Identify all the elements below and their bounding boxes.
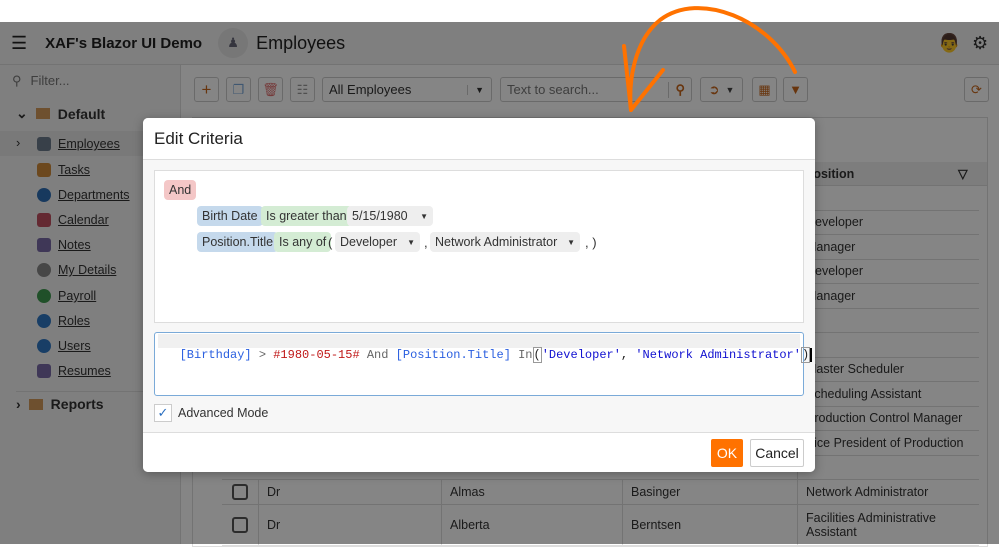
- group-operator[interactable]: And: [164, 180, 196, 200]
- paren-open: (: [328, 235, 332, 250]
- dialog-header: Edit Criteria: [143, 118, 815, 160]
- condition-value[interactable]: 5/15/1980▼: [347, 206, 433, 226]
- checkmark-icon: ✓: [154, 404, 172, 422]
- paren-close: , ): [585, 235, 597, 250]
- text-cursor: [810, 348, 812, 362]
- ok-button[interactable]: OK: [711, 439, 743, 467]
- condition-field[interactable]: Position.Title: [197, 232, 278, 252]
- condition-operator[interactable]: Is any of: [274, 232, 331, 252]
- filter-builder: And Birth Date Is greater than 5/15/1980…: [154, 170, 804, 323]
- edit-criteria-dialog: Edit Criteria And Birth Date Is greater …: [143, 118, 815, 472]
- condition-operator[interactable]: Is greater than: [261, 206, 352, 226]
- dropdown-arrow-icon: ▼: [420, 212, 428, 221]
- advanced-mode-checkbox[interactable]: ✓ Advanced Mode: [154, 404, 268, 422]
- condition-value[interactable]: Network Administrator▼: [430, 232, 580, 252]
- separator: ,: [424, 235, 428, 250]
- condition-value[interactable]: Developer▼: [335, 232, 420, 252]
- dialog-title: Edit Criteria: [154, 129, 243, 149]
- dialog-footer: OK Cancel: [143, 432, 815, 472]
- dropdown-arrow-icon: ▼: [567, 238, 575, 247]
- condition-field[interactable]: Birth Date: [197, 206, 263, 226]
- cancel-button[interactable]: Cancel: [750, 439, 804, 467]
- expression-editor[interactable]: [Birthday] > #1980-05-15# And [Position.…: [154, 332, 804, 396]
- dropdown-arrow-icon: ▼: [407, 238, 415, 247]
